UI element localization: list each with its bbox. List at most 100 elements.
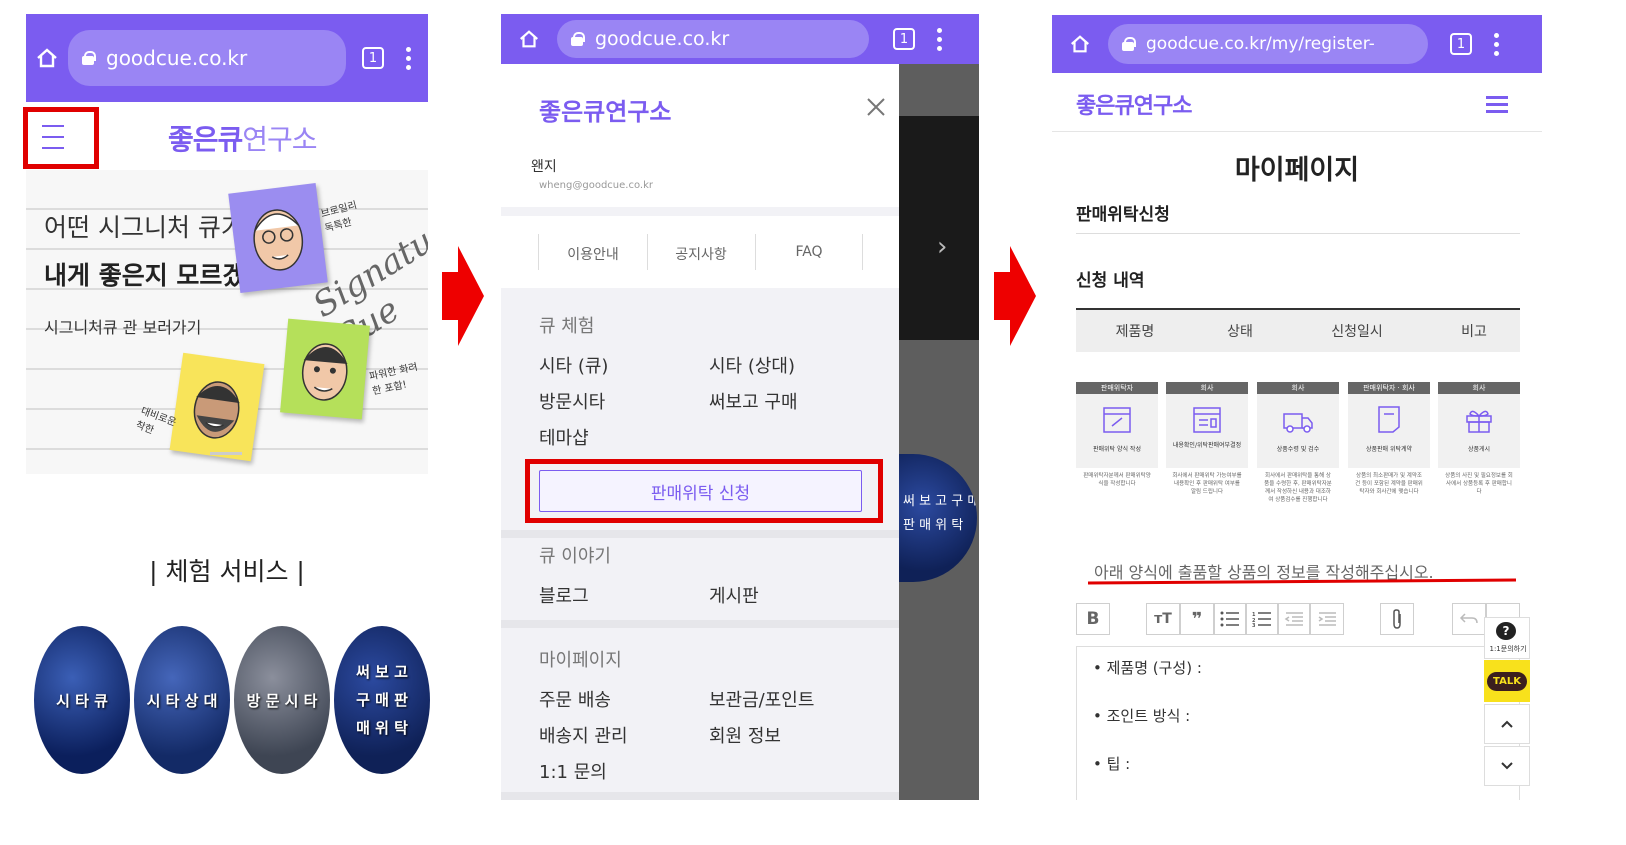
hamburger-menu-icon[interactable]	[42, 123, 64, 149]
chevron-down-icon	[1501, 762, 1513, 770]
banner-line1: 어떤 시그니처 큐가	[44, 213, 244, 242]
bullet-list-button[interactable]	[1214, 603, 1246, 635]
close-icon[interactable]	[865, 96, 887, 118]
scroll-up-button[interactable]	[1484, 704, 1530, 744]
form-line-joint: • 조인트 방식 :	[1093, 707, 1191, 725]
user-email: wheng@goodcue.co.kr	[539, 180, 653, 191]
help-label: 1:1문의하기	[1489, 645, 1527, 653]
page-title: 마이페이지	[1234, 155, 1360, 186]
menu-item-cue-trial[interactable]: 시타 (큐)	[539, 352, 608, 378]
step-tag: 회사	[1438, 382, 1520, 394]
step-tag: 판매위탁자	[1076, 382, 1158, 394]
step-tag: 회사	[1257, 382, 1339, 394]
tab-guide[interactable]: 이용안내	[539, 244, 647, 264]
lock-icon	[571, 32, 585, 46]
menu-item-addresses[interactable]: 배송지 관리	[539, 722, 628, 748]
service-circle-cue-trial[interactable]: 시 타 큐	[34, 626, 130, 774]
home-icon[interactable]	[26, 46, 68, 70]
menu-item-try-buy[interactable]: 써보고 구매	[709, 388, 798, 414]
tab-notice[interactable]: 공지사항	[647, 244, 755, 264]
hero-banner[interactable]: 어떤 시그니처 큐가 내게 좋은지 모르겠다면? 시그니처큐 관 보러가기 브로…	[26, 170, 428, 474]
user-name: 왠지	[531, 159, 557, 175]
step-tag: 판매위탁자 · 회사	[1348, 382, 1430, 394]
kebab-menu-icon[interactable]	[398, 46, 418, 70]
history-table-header: 제품명 상태 신청일시 비고	[1076, 310, 1520, 352]
undo-button[interactable]	[1452, 603, 1486, 635]
outdent-button[interactable]	[1278, 603, 1310, 635]
logo-bold-text: 좋은큐	[168, 123, 243, 156]
drawer-header: 좋은큐연구소 왠지 wheng@goodcue.co.kr	[501, 64, 899, 207]
service-circle-try-buy[interactable]: 써 보 고 구 매 판 매 위 탁	[334, 626, 430, 774]
browser-bar: goodcue.co.kr/my/register- 1	[1052, 15, 1542, 73]
inquiry-floating-button[interactable]: ? 1:1문의하기	[1484, 617, 1530, 659]
chevron-right-icon[interactable]: ›	[937, 232, 947, 262]
background-circle-image: 써 보 고 구 매 판 매 위 탁	[899, 454, 977, 582]
kebab-menu-icon[interactable]	[1486, 32, 1506, 56]
attachment-button[interactable]	[1380, 603, 1414, 635]
indent-button[interactable]	[1310, 603, 1344, 635]
tab-switcher-button[interactable]: 1	[362, 47, 384, 69]
lock-icon	[82, 51, 96, 65]
bold-button[interactable]: B	[1076, 603, 1110, 635]
menu-item-visit-trial[interactable]: 방문시타	[539, 388, 605, 414]
home-icon[interactable]	[1052, 33, 1108, 55]
menu-item-board[interactable]: 게시판	[709, 582, 759, 608]
form-line-tip: • 팁 :	[1093, 755, 1131, 773]
banner-pager	[210, 452, 242, 455]
menu-item-inquiry[interactable]: 1:1 문의	[539, 758, 607, 784]
gift-icon	[1466, 410, 1492, 433]
home-icon[interactable]	[501, 28, 557, 50]
font-size-button[interactable]: тT	[1146, 603, 1180, 635]
page-behind-overlay[interactable]: › 써 보 고 구 매 판 매 위 탁	[899, 64, 979, 800]
sticky-note-purple	[228, 183, 328, 293]
column-header: 제품명	[1115, 324, 1155, 340]
site-logo[interactable]: 좋은큐연구소	[1076, 88, 1192, 120]
truck-icon	[1283, 413, 1313, 433]
step-tag: 회사	[1166, 382, 1248, 394]
numbered-list-button[interactable]: 123	[1246, 603, 1278, 635]
process-step: 회사 상품수령 및 검수 회사에서 판매위탁을 통해 상품을 수령한 후, 판매…	[1257, 382, 1339, 512]
paperclip-icon	[1393, 609, 1401, 629]
banner-note1: 브로일리 독특한	[319, 200, 359, 235]
url-text: goodcue.co.kr	[106, 46, 248, 70]
menu-item-blog[interactable]: 블로그	[539, 582, 589, 608]
url-text: goodcue.co.kr	[595, 28, 730, 50]
url-bar[interactable]: goodcue.co.kr	[557, 20, 869, 58]
url-bar[interactable]: goodcue.co.kr	[68, 30, 346, 86]
url-bar[interactable]: goodcue.co.kr/my/register-	[1108, 24, 1428, 64]
hamburger-menu-icon[interactable]	[1486, 96, 1508, 114]
service-circle-visit-trial[interactable]: 방 문 시 타	[234, 626, 330, 774]
help-icon: ?	[1496, 622, 1516, 640]
kebab-menu-icon[interactable]	[929, 27, 949, 51]
face-illustration	[301, 343, 348, 401]
column-header: 비고	[1461, 324, 1487, 340]
scroll-down-button[interactable]	[1484, 746, 1530, 786]
process-step: 판매위탁자 판매위탁 양식 작성 판매위탁자분께서 판매위탁양식을 작성합니다	[1076, 382, 1158, 512]
editor-area[interactable]: • 제품명 (구성) : • 조인트 방식 : • 팁 :	[1076, 646, 1520, 800]
document-check-icon	[1193, 407, 1221, 433]
drawer-logo[interactable]: 좋은큐연구소	[539, 92, 671, 127]
menu-item-orders[interactable]: 주문 배송	[539, 686, 611, 712]
contract-icon	[1378, 406, 1400, 433]
tab-switcher-button[interactable]: 1	[893, 28, 915, 50]
sticky-note-green	[280, 318, 370, 420]
service-circle-opponent-trial[interactable]: 시 타 상 대	[134, 626, 230, 774]
menu-item-member-info[interactable]: 회원 정보	[709, 722, 781, 748]
quote-button[interactable]: ❞	[1180, 603, 1214, 635]
quick-tabs: 이용안내 공지사항 FAQ	[501, 216, 899, 288]
logo-light-text: 연구소	[242, 123, 317, 156]
chevron-up-icon	[1501, 720, 1513, 728]
column-header: 상태	[1227, 324, 1253, 340]
process-step: 회사 상품게시 상품의 사진 및 필요정보를 회사에서 상품등록 후 판매합니다	[1438, 382, 1520, 512]
column-header: 신청일시	[1331, 324, 1383, 340]
section-title: 큐 체험	[539, 316, 595, 337]
menu-item-opponent-trial[interactable]: 시타 (상대)	[709, 352, 795, 378]
menu-item-theme-shop[interactable]: 테마샵	[539, 424, 589, 450]
undo-icon	[1459, 613, 1478, 624]
tab-switcher-button[interactable]: 1	[1450, 33, 1472, 55]
kakao-talk-button[interactable]: TALK	[1484, 660, 1530, 702]
site-logo[interactable]: 좋은큐연구소	[168, 118, 318, 158]
menu-item-points[interactable]: 보관금/포인트	[709, 686, 814, 712]
tab-faq[interactable]: FAQ	[755, 244, 863, 260]
highlight-box	[525, 459, 883, 523]
